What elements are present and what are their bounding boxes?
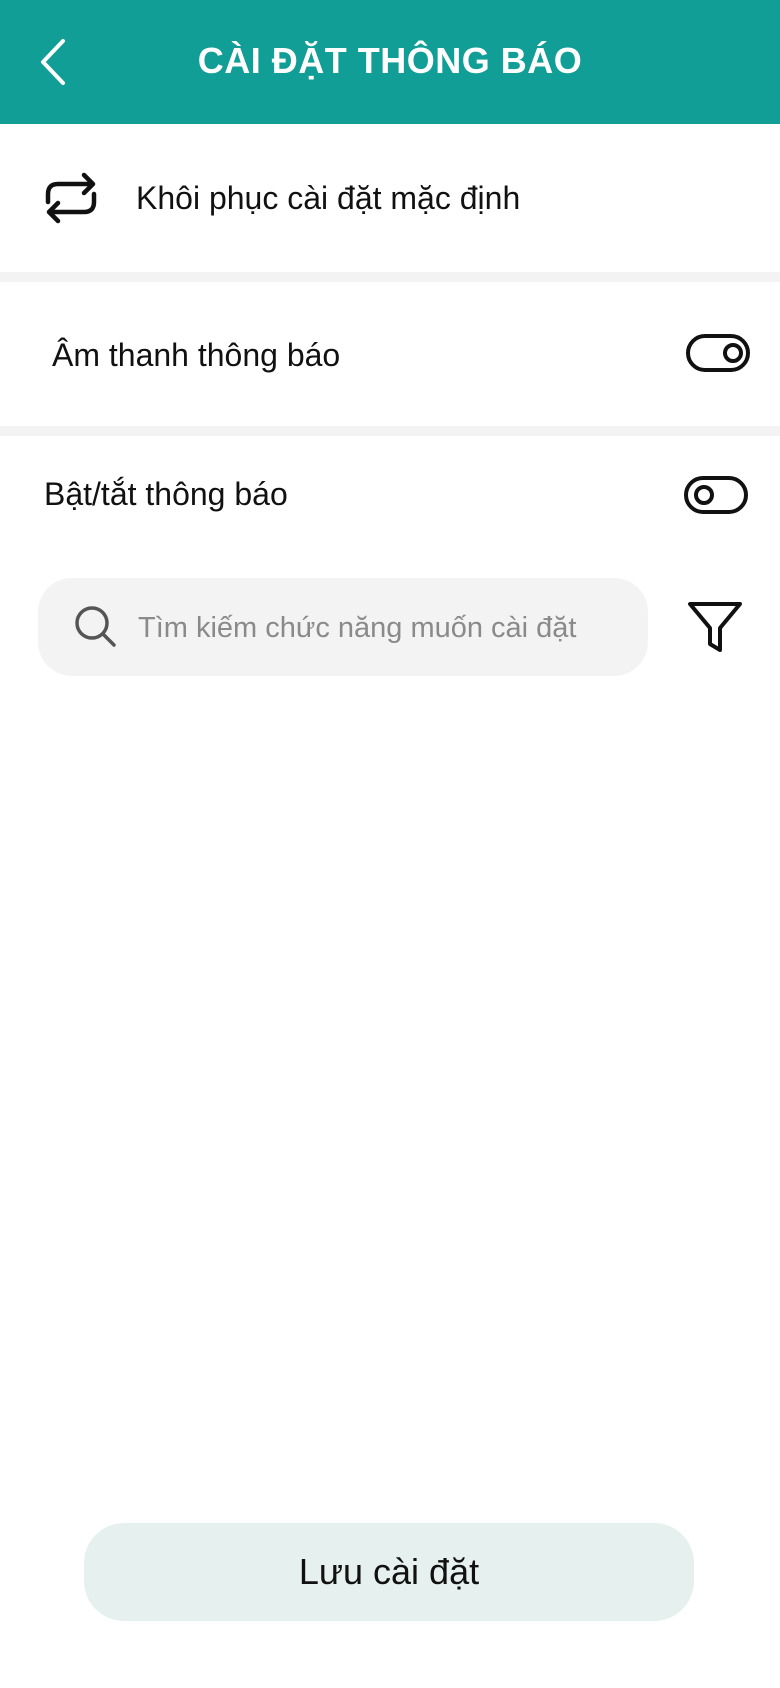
sound-setting-row: Âm thanh thông báo — [0, 282, 780, 426]
notification-toggle[interactable] — [684, 476, 748, 514]
toggle-knob — [723, 343, 743, 363]
search-icon — [75, 606, 116, 647]
search-input[interactable] — [136, 602, 620, 654]
sound-toggle[interactable] — [686, 334, 750, 372]
notification-toggle-row: Bật/tắt thông báo — [0, 436, 780, 546]
sound-setting-label: Âm thanh thông báo — [52, 337, 341, 373]
restore-defaults-label: Khôi phục cài đặt mặc định — [136, 180, 521, 216]
restore-defaults-row[interactable]: Khôi phục cài đặt mặc định — [0, 124, 780, 272]
save-settings-button[interactable]: Lưu cài đặt — [84, 1523, 694, 1621]
page-title: CÀI ĐẶT THÔNG BÁO — [197, 40, 583, 81]
app-header: CÀI ĐẶT THÔNG BÁO — [0, 0, 780, 124]
repeat-icon — [45, 172, 97, 224]
toggle-knob — [694, 485, 714, 505]
notification-toggle-label: Bật/tắt thông báo — [44, 476, 288, 512]
section-divider — [0, 426, 780, 436]
filter-icon[interactable] — [686, 598, 744, 656]
search-bar — [38, 578, 648, 676]
section-divider — [0, 272, 780, 282]
